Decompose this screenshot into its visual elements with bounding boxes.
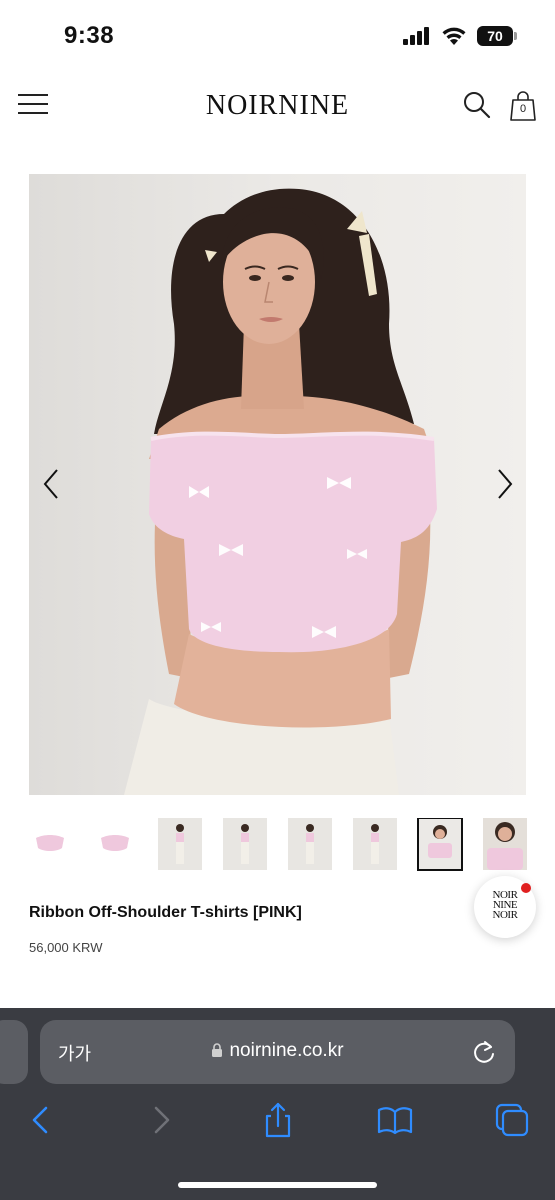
tabs-icon bbox=[495, 1103, 529, 1137]
thumbnail-2[interactable] bbox=[93, 818, 137, 870]
model-photo bbox=[124, 188, 437, 795]
chevron-left-icon bbox=[32, 1106, 48, 1134]
thumbnail-strip bbox=[28, 818, 555, 872]
address-bar[interactable]: 가가 noirnine.co.kr bbox=[40, 1020, 515, 1084]
reload-button[interactable] bbox=[470, 1038, 498, 1066]
brand-chat-button[interactable]: NOIR NINE NOIR bbox=[474, 876, 536, 938]
thumbnail-6[interactable] bbox=[353, 818, 397, 870]
thumbnail-1[interactable] bbox=[28, 818, 72, 870]
book-icon bbox=[377, 1107, 413, 1135]
chevron-left-icon bbox=[43, 469, 58, 499]
back-button[interactable] bbox=[22, 1100, 62, 1140]
thumbnail-8[interactable] bbox=[483, 818, 527, 870]
chevron-right-icon bbox=[498, 469, 513, 499]
product-price: 56,000 KRW bbox=[29, 940, 103, 955]
thumbnail-4[interactable] bbox=[223, 818, 267, 870]
cart-count: 0 bbox=[519, 103, 527, 115]
wifi-icon bbox=[442, 27, 466, 45]
search-button[interactable] bbox=[462, 90, 492, 120]
shopping-bag-button[interactable]: 0 bbox=[508, 90, 538, 122]
battery-indicator: 70 bbox=[477, 26, 517, 46]
previous-tab-preview[interactable] bbox=[0, 1020, 28, 1084]
notification-dot bbox=[521, 883, 531, 893]
url-display[interactable]: noirnine.co.kr bbox=[40, 1040, 515, 1062]
url-text: noirnine.co.kr bbox=[229, 1040, 344, 1061]
browser-toolbar bbox=[0, 1100, 555, 1140]
pink-top bbox=[149, 433, 437, 653]
bookmarks-button[interactable] bbox=[375, 1100, 415, 1140]
reload-icon bbox=[474, 1041, 494, 1063]
browser-bottom-bar: 가가 noirnine.co.kr bbox=[0, 1008, 555, 1200]
thumbnail-3[interactable] bbox=[158, 818, 202, 870]
cellular-signal-icon bbox=[403, 27, 429, 45]
battery-level: 70 bbox=[477, 26, 513, 46]
share-icon bbox=[265, 1102, 291, 1138]
thumbnail-5[interactable] bbox=[288, 818, 332, 870]
product-name: Ribbon Off-Shoulder T-shirts [PINK] bbox=[29, 904, 302, 921]
previous-image-button[interactable] bbox=[37, 464, 67, 504]
home-indicator[interactable] bbox=[178, 1182, 377, 1188]
brand-badge-logo: NOIR NINE NOIR bbox=[492, 889, 518, 921]
site-header: NOIRNINE 0 bbox=[0, 72, 555, 152]
share-button[interactable] bbox=[258, 1100, 298, 1140]
lock-icon bbox=[212, 1043, 223, 1057]
status-icons: 70 bbox=[403, 26, 517, 46]
product-image[interactable] bbox=[29, 174, 526, 795]
status-time: 9:38 bbox=[64, 22, 115, 49]
tabs-button[interactable] bbox=[492, 1100, 532, 1140]
status-bar: 9:38 70 bbox=[0, 0, 555, 72]
chevron-right-icon bbox=[154, 1106, 170, 1134]
forward-button[interactable] bbox=[140, 1100, 180, 1140]
search-icon bbox=[464, 92, 491, 119]
next-image-button[interactable] bbox=[489, 464, 519, 504]
thumbnail-7-selected[interactable] bbox=[417, 818, 463, 871]
